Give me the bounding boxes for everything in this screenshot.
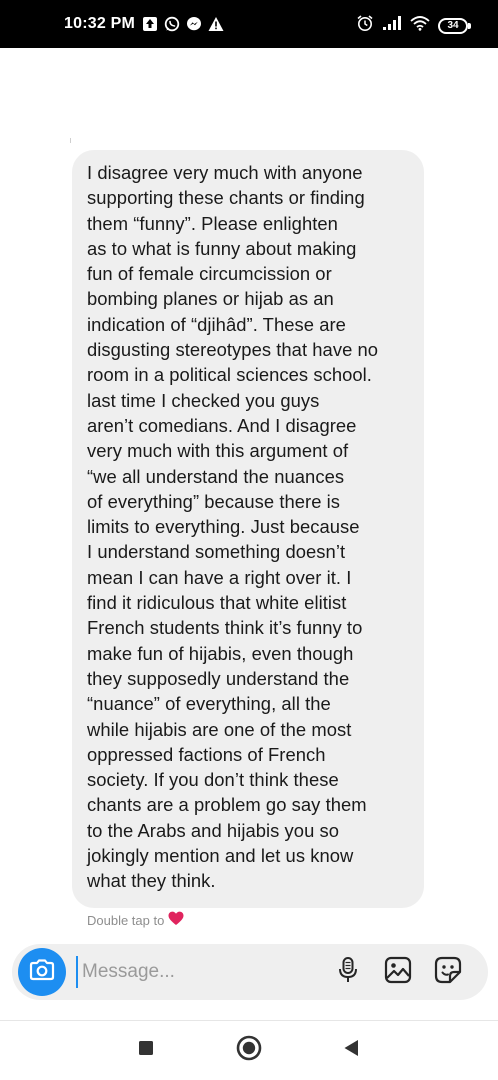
upload-notification-icon [142,16,158,37]
wifi-icon [410,15,430,36]
back-triangle-icon [343,1039,359,1062]
home-button[interactable] [234,1035,264,1065]
whatsapp-icon [164,16,180,37]
gallery-icon [384,956,412,989]
sticker-button[interactable] [432,956,464,988]
message-input[interactable] [76,956,316,988]
camera-icon [29,958,55,986]
message-text: I disagree very much with anyone support… [87,162,379,892]
system-nav-bar [0,1020,498,1080]
heart-icon [168,911,184,929]
status-time: 10:32 PM [64,15,135,32]
status-bar: 10:32 PM 34 [0,0,498,48]
battery-icon: 34 [438,17,471,34]
microphone-button[interactable] [332,956,364,988]
home-circle-icon [236,1035,262,1066]
thread-divider [70,138,71,143]
warning-icon [208,16,224,37]
signal-icon [382,15,402,36]
recents-square-icon [138,1040,154,1061]
message-bubble[interactable]: I disagree very much with anyone support… [72,150,424,908]
gallery-button[interactable] [382,956,414,988]
double-tap-hint-label: Double tap to [87,912,165,928]
sticker-icon [434,956,462,989]
back-button[interactable] [336,1035,366,1065]
microphone-icon [337,956,359,989]
messenger-icon [186,16,202,37]
message-composer [12,944,488,1000]
system-icons: 34 [356,14,471,37]
notification-icons [142,16,224,37]
alarm-icon [356,14,374,37]
camera-button[interactable] [18,948,66,996]
recents-button[interactable] [131,1035,161,1065]
double-tap-hint: Double tap to [87,911,184,929]
